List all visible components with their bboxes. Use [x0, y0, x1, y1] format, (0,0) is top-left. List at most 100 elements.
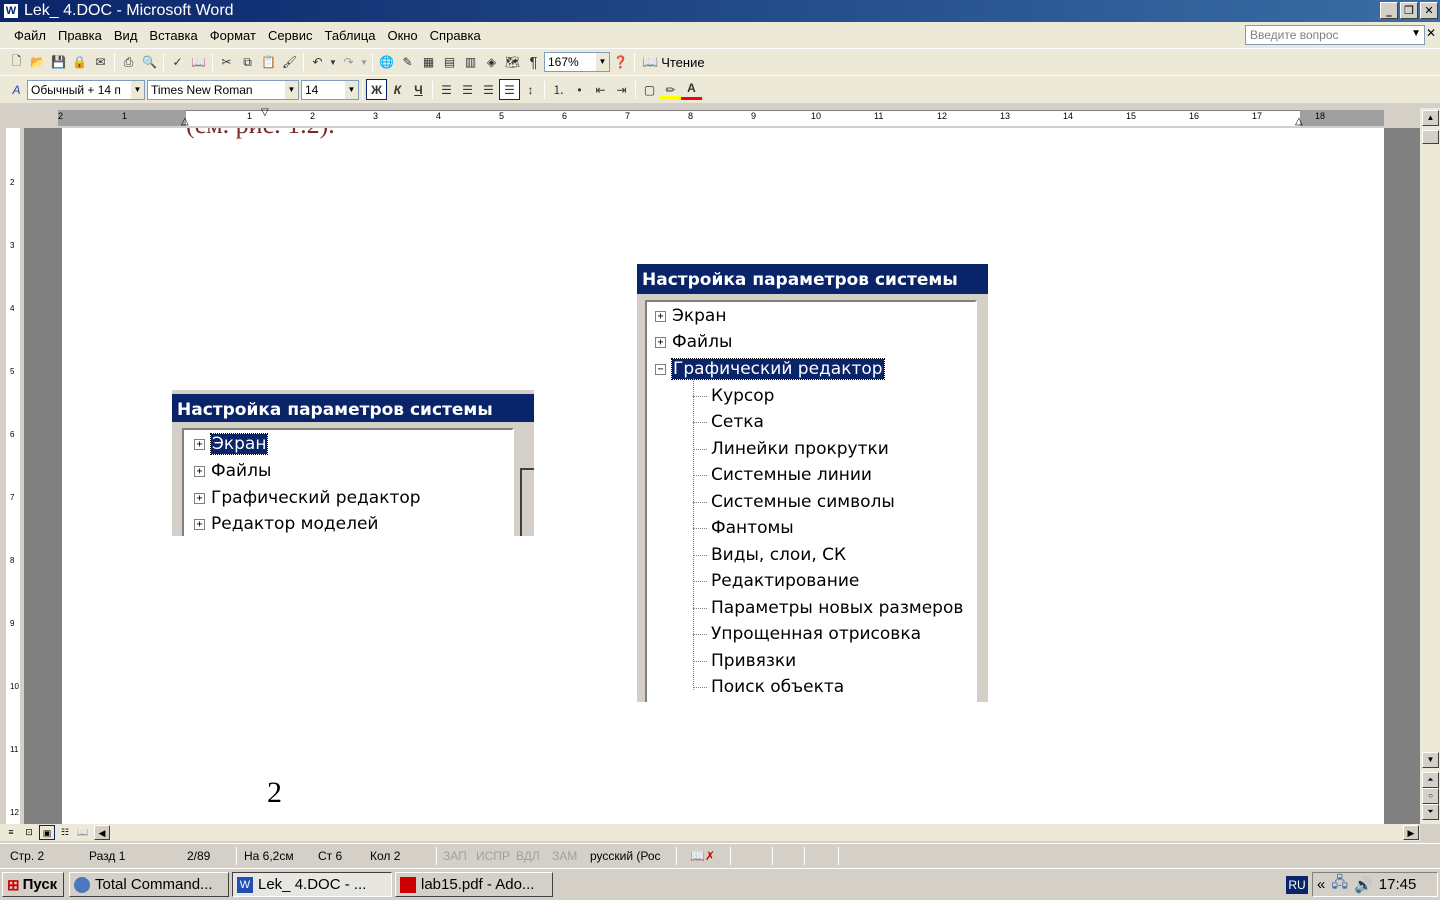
close-button[interactable]: ✕: [1420, 2, 1438, 19]
font-size-select[interactable]: 14 ▼: [301, 79, 359, 100]
scroll-up-icon[interactable]: ▲: [1422, 110, 1439, 126]
show-formatting-icon[interactable]: ¶: [523, 52, 544, 73]
spelling-icon[interactable]: ✓: [167, 52, 188, 73]
vertical-scrollbar[interactable]: ▲ ▼ ⏶ ○ ⏷: [1420, 108, 1440, 824]
align-center-icon[interactable]: ☰: [457, 79, 478, 100]
highlight-icon[interactable]: ✏: [660, 79, 681, 100]
taskbar-acrobat[interactable]: lab15.pdf - Ado...: [395, 872, 553, 897]
save-icon[interactable]: 💾: [48, 52, 69, 73]
expand-plus-icon[interactable]: +: [194, 518, 205, 530]
tree-child-item[interactable]: Фантомы: [693, 518, 794, 538]
underline-button[interactable]: Ч: [408, 79, 429, 100]
tree-child-item[interactable]: Курсор: [693, 386, 774, 406]
normal-view-icon[interactable]: ≡: [3, 825, 19, 840]
new-document-icon[interactable]: 🗋: [6, 52, 27, 73]
tree-child-item[interactable]: Виды, слои, СК: [693, 545, 846, 565]
redo-icon[interactable]: ↷: [338, 52, 359, 73]
print-preview-icon[interactable]: 🔍: [139, 52, 160, 73]
tree-child-item[interactable]: Сетка: [693, 412, 764, 432]
print-layout-view-icon[interactable]: ▣: [39, 825, 55, 840]
taskbar-word[interactable]: W Lek_ 4.DOC - ...: [232, 872, 392, 897]
paste-icon[interactable]: 📋: [258, 52, 279, 73]
tree-item[interactable]: + Графический редактор: [194, 488, 421, 508]
insert-excel-icon[interactable]: ▤: [439, 52, 460, 73]
close-document-icon[interactable]: ✕: [1426, 26, 1436, 40]
menu-help[interactable]: Справка: [424, 28, 487, 43]
bold-button[interactable]: Ж: [366, 79, 387, 100]
browse-object-icon[interactable]: ○: [1422, 788, 1439, 804]
previous-page-icon[interactable]: ⏶: [1422, 772, 1439, 788]
expand-plus-icon[interactable]: +: [655, 310, 666, 322]
drawing-icon[interactable]: ◈: [481, 52, 502, 73]
network-icon[interactable]: 🖧: [1331, 872, 1348, 897]
menu-tools[interactable]: Сервис: [262, 28, 319, 43]
hyperlink-icon[interactable]: 🌐: [376, 52, 397, 73]
status-track-changes[interactable]: ИСПР: [476, 849, 510, 863]
copy-icon[interactable]: ⧉: [237, 52, 258, 73]
scroll-thumb[interactable]: [1422, 130, 1439, 144]
decrease-indent-icon[interactable]: ⇤: [590, 79, 611, 100]
status-extend[interactable]: ВДЛ: [516, 849, 540, 863]
minimize-button[interactable]: _: [1380, 2, 1398, 19]
expand-plus-icon[interactable]: +: [194, 465, 205, 477]
open-folder-icon[interactable]: 📂: [27, 52, 48, 73]
language-indicator[interactable]: RU: [1286, 876, 1308, 894]
italic-button[interactable]: К: [387, 79, 408, 100]
expand-plus-icon[interactable]: +: [194, 492, 205, 504]
horizontal-scroll-track[interactable]: [110, 825, 1398, 840]
permission-icon[interactable]: 🔒: [69, 52, 90, 73]
tree-item[interactable]: + Экран: [194, 433, 269, 455]
next-page-icon[interactable]: ⏷: [1422, 804, 1439, 820]
expand-plus-icon[interactable]: +: [194, 438, 205, 450]
tree-child-item[interactable]: Системные символы: [693, 492, 895, 512]
tree-child-item[interactable]: Системные линии: [693, 465, 872, 485]
scroll-right-icon[interactable]: ▶: [1403, 825, 1419, 840]
font-select[interactable]: Times New Roman ▼: [147, 79, 299, 100]
help-question-input[interactable]: Введите вопрос ▼: [1245, 25, 1425, 45]
status-overtype[interactable]: ЗАМ: [552, 849, 577, 863]
align-right-icon[interactable]: ☰: [478, 79, 499, 100]
insert-table-icon[interactable]: ▦: [418, 52, 439, 73]
email-icon[interactable]: ✉: [90, 52, 111, 73]
expand-plus-icon[interactable]: +: [655, 336, 666, 348]
borders-icon[interactable]: ▢: [639, 79, 660, 100]
justify-icon[interactable]: ☰: [499, 79, 520, 100]
vertical-ruler[interactable]: 2 3 4 5 6 7 8 9 10 11 12: [0, 128, 24, 824]
increase-indent-icon[interactable]: ⇥: [611, 79, 632, 100]
menu-table[interactable]: Таблица: [318, 28, 381, 43]
sound-icon[interactable]: 🔊: [1354, 876, 1373, 894]
scroll-down-icon[interactable]: ▼: [1422, 752, 1439, 768]
document-map-icon[interactable]: 🗺: [502, 52, 523, 73]
columns-icon[interactable]: ▥: [460, 52, 481, 73]
tree-child-item[interactable]: Поиск объекта: [693, 677, 844, 697]
tree-item[interactable]: + Экран: [655, 306, 726, 326]
format-painter-icon[interactable]: 🖌: [279, 52, 300, 73]
tree-child-item[interactable]: Упрощенная отрисовка: [693, 624, 921, 644]
tree-child-item[interactable]: Привязки: [693, 651, 796, 671]
font-color-icon[interactable]: A: [681, 79, 702, 100]
research-icon[interactable]: 📖: [188, 52, 209, 73]
menu-file[interactable]: Файл: [8, 28, 52, 43]
document-page[interactable]: (см. рис. 1.2). Настройка параметров сис…: [62, 128, 1384, 824]
zoom-select[interactable]: 167% ▼: [544, 52, 610, 72]
start-button[interactable]: ⊞ Пуск: [2, 872, 64, 897]
spelling-status-icon[interactable]: 📖✗: [690, 849, 715, 863]
restore-button[interactable]: ❐: [1400, 2, 1418, 19]
status-rec[interactable]: ЗАП: [443, 849, 467, 863]
word-app-icon[interactable]: W: [3, 3, 19, 19]
bullets-icon[interactable]: •: [569, 79, 590, 100]
horizontal-ruler[interactable]: 2 1 1 2 3 4 5 6 7 8 9 10 11 12 13 14 15 …: [0, 107, 1440, 128]
left-indent-marker-icon[interactable]: △: [181, 116, 189, 127]
line-spacing-icon[interactable]: ↕: [520, 79, 541, 100]
tree-item[interactable]: − Графический редактор: [655, 358, 885, 380]
reading-mode-button[interactable]: 📖 Чтение: [638, 54, 709, 70]
redo-dropdown-icon[interactable]: ▼: [359, 52, 369, 73]
reading-view-icon[interactable]: 📖: [75, 825, 91, 840]
tree-child-item[interactable]: Редактирование: [693, 571, 859, 591]
menu-format[interactable]: Формат: [204, 28, 262, 43]
align-left-icon[interactable]: ☰: [436, 79, 457, 100]
tree-item[interactable]: + Файлы: [194, 461, 271, 481]
undo-dropdown-icon[interactable]: ▼: [328, 52, 338, 73]
tree-child-item[interactable]: Линейки прокрутки: [693, 439, 889, 459]
right-indent-marker-icon[interactable]: △: [1295, 116, 1303, 127]
